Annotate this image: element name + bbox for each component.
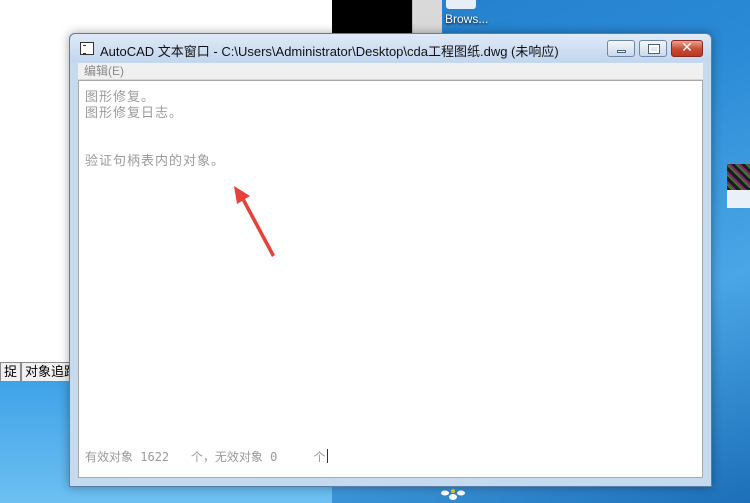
desktop-icon-image[interactable] — [446, 0, 476, 9]
annotation-arrow-icon — [234, 186, 275, 257]
audit-result-line: 有效对象 1622 个，无效对象 0 个 — [85, 448, 329, 465]
background-black-panel — [332, 0, 412, 33]
autocad-text-window: AutoCAD 文本窗口 - C:\Users\Administrator\De… — [69, 33, 712, 487]
background-scrollbar — [412, 0, 442, 33]
log-line: 验证句柄表内的对象。 — [85, 154, 226, 169]
log-line: 图形修复日志。 — [85, 106, 184, 121]
unit-label: 个， — [190, 450, 215, 464]
snap-toggle-button[interactable]: 捉 — [0, 362, 22, 382]
close-icon: ✕ — [681, 40, 693, 56]
maximize-button[interactable] — [639, 40, 667, 57]
text-caret — [327, 449, 329, 463]
desktop-thumbnail-icon[interactable] — [727, 164, 750, 190]
valid-objects-count: 1622 — [140, 450, 170, 464]
minimize-icon — [617, 50, 626, 53]
invalid-objects-label: 无效对象 — [214, 450, 263, 464]
minimize-button[interactable] — [607, 40, 635, 57]
window-title: AutoCAD 文本窗口 - C:\Users\Administrator\De… — [100, 44, 559, 59]
desktop-thumbnail-label — [727, 190, 750, 208]
desktop-icon-label[interactable]: Brows... — [445, 12, 488, 26]
invalid-objects-count: 0 — [270, 450, 278, 464]
valid-objects-label: 有效对象 — [85, 450, 134, 464]
menu-bar: 编辑(E) — [78, 63, 703, 80]
window-controls: ✕ — [607, 40, 703, 57]
menu-edit[interactable]: 编辑(E) — [84, 64, 124, 78]
text-window-icon[interactable] — [80, 42, 94, 55]
title-bar[interactable]: AutoCAD 文本窗口 - C:\Users\Administrator\De… — [70, 34, 711, 62]
maximize-icon — [648, 44, 660, 54]
command-history-text[interactable]: 图形修复。 图形修复日志。 验证句柄表内的对象。 有效对象 1622 个，无效对… — [78, 80, 703, 478]
unit-label: 个 — [313, 450, 326, 464]
close-button[interactable]: ✕ — [671, 40, 703, 57]
